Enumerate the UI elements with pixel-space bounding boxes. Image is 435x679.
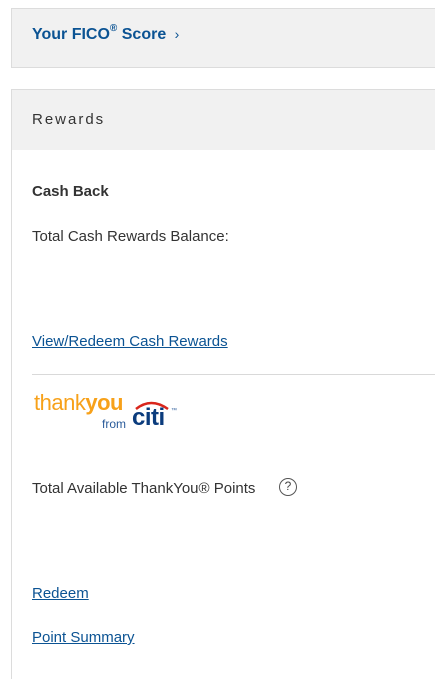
fico-suffix: Score (121, 26, 167, 43)
cash-rewards-balance-label: Total Cash Rewards Balance: (32, 228, 229, 245)
cash-back-title: Cash Back (32, 183, 109, 200)
redeem-link[interactable]: Redeem (32, 585, 89, 602)
logo-thank: thank (34, 390, 86, 415)
thankyou-points-label: Total Available ThankYou® Points (32, 480, 256, 497)
thankyou-from-citi-logo: thankyou from citi ™ (34, 390, 184, 434)
rewards-title: Rewards (32, 111, 106, 128)
chevron-right-icon: › (174, 26, 180, 42)
fico-score-card: Your FICO® Score › (11, 8, 435, 68)
rewards-header: Rewards (12, 90, 435, 150)
logo-from: from (102, 417, 126, 431)
fico-label: Your FICO (32, 26, 110, 43)
view-redeem-cash-rewards-link[interactable]: View/Redeem Cash Rewards (32, 333, 228, 350)
point-summary-link[interactable]: Point Summary (32, 629, 135, 646)
fico-score-link[interactable]: Your FICO® Score › (32, 23, 180, 44)
logo-you: you (85, 390, 123, 415)
logo-citi: citi (132, 404, 165, 431)
logo-trademark: ™ (171, 408, 177, 414)
section-divider (32, 374, 435, 375)
help-icon[interactable]: ? (279, 478, 297, 496)
rewards-card: Rewards Cash Back Total Cash Rewards Bal… (11, 89, 435, 679)
registered-mark: ® (109, 23, 118, 34)
thankyou-wordmark: thankyou (34, 390, 123, 416)
